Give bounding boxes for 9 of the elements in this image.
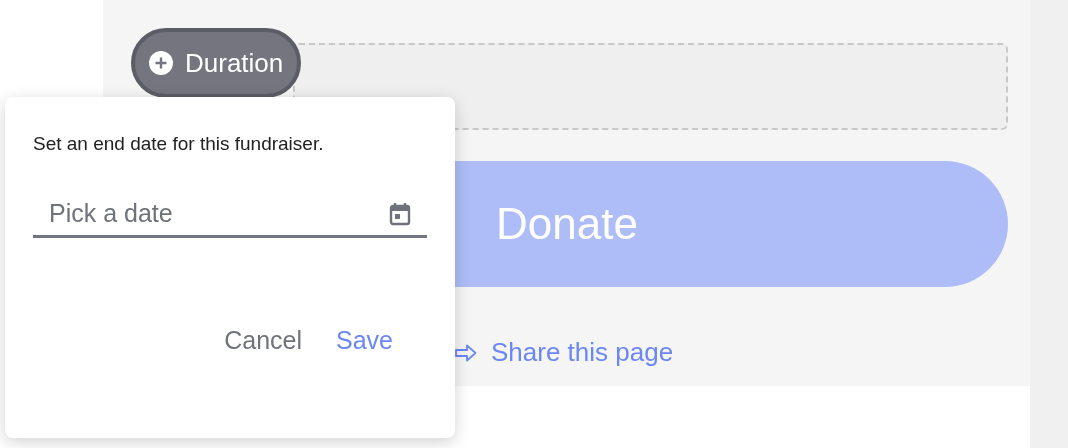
cancel-button[interactable]: Cancel [214,322,312,359]
share-link[interactable]: Share this page [455,337,674,368]
date-field[interactable]: Pick a date [33,191,427,238]
arrow-icon [455,343,477,362]
save-button[interactable]: Save [326,322,403,359]
plus-icon [149,51,173,75]
popover-message: Set an end date for this fundraiser. [33,133,325,155]
calendar-icon[interactable] [389,202,411,226]
duration-chip[interactable]: Duration [131,28,302,98]
